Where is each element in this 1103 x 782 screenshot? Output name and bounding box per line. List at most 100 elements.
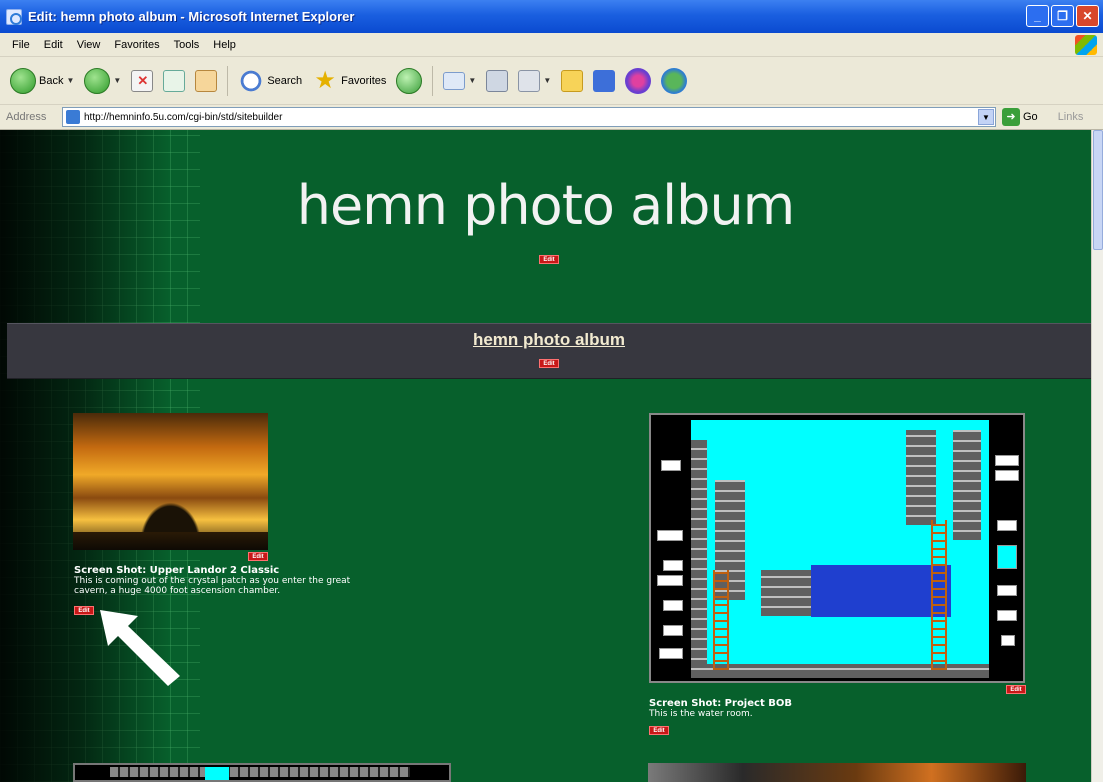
favorites-button[interactable]: ★ Favorites (310, 63, 388, 99)
address-input[interactable]: http://hemninfo.5u.com/cgi-bin/std/siteb… (62, 107, 996, 127)
forward-arrow-icon (84, 67, 111, 94)
msn-icon (593, 69, 616, 92)
annotation-arrow-icon (100, 610, 180, 686)
address-bar: Address http://hemninfo.5u.com/cgi-bin/s… (0, 105, 1103, 130)
mail-icon (443, 71, 466, 90)
chevron-down-icon[interactable]: ▼ (543, 76, 551, 85)
menu-tools[interactable]: Tools (174, 39, 200, 51)
game-water (811, 565, 951, 617)
stop-button[interactable] (129, 63, 155, 99)
menu-help[interactable]: Help (213, 39, 236, 51)
photo-thumbnail-partial[interactable] (73, 763, 451, 782)
game-stat-box (663, 600, 683, 611)
go-label: Go (1023, 111, 1038, 123)
address-url[interactable]: http://hemninfo.5u.com/cgi-bin/std/siteb… (84, 112, 964, 123)
game-stat-box (995, 470, 1019, 481)
game-stat-box (997, 520, 1017, 531)
chevron-down-icon[interactable]: ▼ (468, 76, 476, 85)
back-arrow-icon (10, 67, 36, 94)
search-button[interactable]: Search (236, 63, 304, 99)
menu-file[interactable]: File (12, 39, 30, 51)
caption-project-bob: Screen Shot: Project BOB This is the wat… (649, 698, 1029, 720)
history-button[interactable] (394, 63, 424, 99)
game-brick-wall (953, 430, 981, 540)
history-icon (396, 67, 423, 94)
caption-upper-landor: Screen Shot: Upper Landor 2 Classic This… (74, 565, 454, 597)
caption-desc: cavern, a huge 4000 foot ascension chamb… (74, 586, 281, 596)
windows-logo-icon (1075, 35, 1097, 55)
caption-desc: This is coming out of the crystal patch … (74, 576, 351, 586)
game-ladder (931, 520, 947, 670)
favorites-label: Favorites (341, 74, 387, 87)
window-titlebar: Edit: hemn photo album - Microsoft Inter… (0, 0, 1103, 33)
edit-caption-button[interactable]: Edit (649, 726, 669, 735)
printer-icon (486, 69, 509, 92)
contacts-button[interactable] (659, 63, 689, 99)
page-viewport: hemn photo album Edit hemn photo album E… (0, 130, 1091, 782)
folder-icon (561, 69, 584, 92)
caption-desc: This is the water room. (649, 709, 753, 719)
photo-thumbnail-partial[interactable] (648, 763, 1026, 782)
chevron-down-icon[interactable]: ▼ (66, 76, 74, 85)
game-stat-box (659, 648, 683, 659)
menu-favorites[interactable]: Favorites (114, 39, 159, 51)
caption-title: Screen Shot: Project BOB (649, 698, 792, 709)
back-label: Back (39, 74, 64, 87)
folder-button[interactable] (559, 63, 585, 99)
chevron-down-icon[interactable]: ▼ (113, 76, 121, 85)
chevron-down-icon[interactable]: ▼ (978, 109, 994, 125)
caption-title: Screen Shot: Upper Landor 2 Classic (74, 565, 280, 576)
game-stat-box (661, 460, 681, 471)
nav-link-home[interactable]: hemn photo album (7, 330, 1091, 350)
game-stat-box (1001, 635, 1015, 646)
edit-title-button[interactable]: Edit (539, 255, 559, 264)
edit-nav-button[interactable]: Edit (539, 359, 559, 368)
minimize-button[interactable]: _ (1026, 5, 1049, 27)
stop-icon (131, 69, 154, 92)
vertical-scrollbar[interactable] (1091, 130, 1103, 782)
print-button[interactable] (484, 63, 510, 99)
address-label: Address (6, 111, 47, 123)
game-ladder (713, 570, 729, 670)
game-right-panel (989, 420, 1023, 678)
photo-ground (73, 532, 268, 550)
game-stat-box (997, 585, 1017, 596)
standard-toolbar: Back ▼ ▼ Search ★ Favorites ▼ ▼ (0, 57, 1103, 105)
internet-explorer-icon (6, 8, 22, 25)
window-controls: _ ❐ ✕ (1026, 5, 1099, 27)
site-title: hemn photo album (296, 174, 796, 237)
game-water (205, 767, 229, 780)
page-icon (66, 110, 80, 124)
forward-button[interactable]: ▼ (82, 63, 123, 99)
game-stat-box (663, 625, 683, 636)
people-icon (661, 67, 688, 94)
edit-page-icon (518, 69, 541, 92)
menu-view[interactable]: View (77, 39, 101, 51)
game-stat-box (997, 545, 1017, 569)
game-left-panel (653, 420, 689, 678)
maximize-button[interactable]: ❐ (1051, 5, 1074, 27)
game-field (691, 420, 991, 678)
game-brick-floor (110, 767, 410, 777)
star-icon: ★ (314, 66, 336, 94)
go-button[interactable]: ➜ Go (1002, 108, 1038, 126)
photo-upper-landor[interactable] (73, 413, 268, 550)
menu-edit[interactable]: Edit (44, 39, 63, 51)
scrollbar-thumb[interactable] (1093, 130, 1103, 250)
home-button[interactable] (193, 63, 219, 99)
links-label[interactable]: Links (1058, 111, 1084, 123)
msn-button[interactable] (591, 63, 617, 99)
edit-page-button[interactable]: ▼ (516, 63, 553, 99)
mail-button[interactable]: ▼ (441, 63, 478, 99)
edit-caption-button[interactable]: Edit (74, 606, 94, 615)
refresh-button[interactable] (161, 63, 187, 99)
edit-photo-button[interactable]: Edit (1006, 685, 1026, 694)
search-label: Search (267, 74, 303, 87)
toolbar-separator (432, 65, 434, 96)
close-button[interactable]: ✕ (1076, 5, 1099, 27)
game-brick-wall (761, 570, 817, 616)
messenger-button[interactable] (623, 63, 653, 99)
edit-photo-button[interactable]: Edit (248, 552, 268, 561)
back-button[interactable]: Back ▼ (8, 63, 76, 99)
photo-project-bob[interactable] (649, 413, 1025, 683)
